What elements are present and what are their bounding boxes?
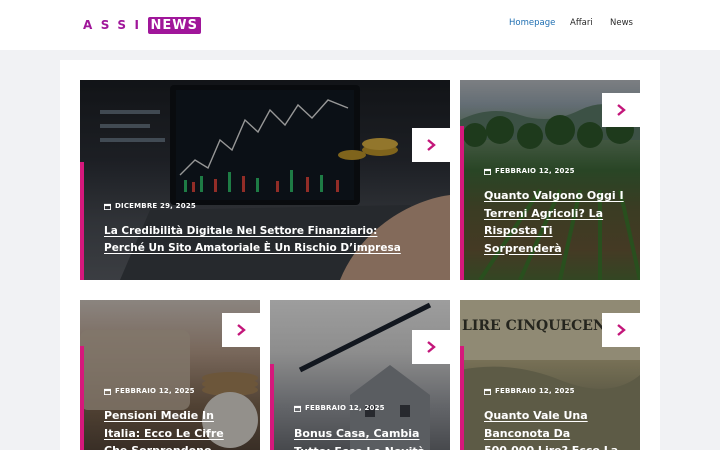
calendar-icon	[104, 203, 111, 210]
article-card-2[interactable]: FEBBRAIO 12, 2025 Quanto Valgono Oggi I …	[460, 80, 640, 280]
chevron-right-icon	[427, 139, 436, 151]
article-date: FEBBRAIO 12, 2025	[104, 387, 195, 395]
article-title[interactable]: Pensioni Medie In Italia: Ecco Le Cifre …	[104, 407, 244, 450]
nav-homepage[interactable]: Homepage	[509, 18, 555, 28]
site-header: ASSI NEWS Homepage Affari News	[0, 0, 720, 50]
accent-bar	[460, 346, 464, 450]
logo-badge: NEWS	[147, 16, 201, 34]
article-title[interactable]: Bonus Casa, Cambia Tutto: Ecco Le Novità	[294, 425, 434, 450]
article-card-3[interactable]: FEBBRAIO 12, 2025 Pensioni Medie In Ital…	[80, 300, 260, 450]
article-date: FEBBRAIO 12, 2025	[484, 387, 575, 395]
chevron-right-icon	[617, 104, 626, 116]
chevron-right-icon	[237, 324, 246, 336]
nav-affari[interactable]: Affari	[570, 18, 593, 28]
article-date-text: DICEMBRE 29, 2025	[115, 202, 196, 210]
article-date-text: FEBBRAIO 12, 2025	[495, 387, 575, 395]
article-title[interactable]: Quanto Vale Una Banconota Da 500.000 Lir…	[484, 407, 624, 450]
read-more-button[interactable]	[602, 93, 640, 127]
article-date: FEBBRAIO 12, 2025	[294, 404, 385, 412]
accent-bar	[270, 364, 274, 450]
article-date: DICEMBRE 29, 2025	[104, 202, 196, 210]
article-card-4[interactable]: FEBBRAIO 12, 2025 Bonus Casa, Cambia Tut…	[270, 300, 450, 450]
calendar-icon	[104, 388, 111, 395]
nav-news[interactable]: News	[610, 18, 633, 28]
accent-bar	[80, 346, 84, 450]
article-card-1[interactable]: DICEMBRE 29, 2025 La Credibilità Digital…	[80, 80, 450, 280]
logo-text: ASSI	[83, 18, 148, 32]
article-card-5[interactable]: LIRE CINQUECENTO FEBBRAIO 12, 2025 Quant…	[460, 300, 640, 450]
article-date-text: FEBBRAIO 12, 2025	[115, 387, 195, 395]
read-more-button[interactable]	[222, 313, 260, 347]
accent-bar	[460, 126, 464, 280]
site-logo[interactable]: ASSI NEWS	[83, 16, 201, 34]
article-date-text: FEBBRAIO 12, 2025	[305, 404, 385, 412]
read-more-button[interactable]	[602, 313, 640, 347]
read-more-button[interactable]	[412, 128, 450, 162]
calendar-icon	[484, 168, 491, 175]
read-more-button[interactable]	[412, 330, 450, 364]
accent-bar	[80, 162, 84, 280]
article-date-text: FEBBRAIO 12, 2025	[495, 167, 575, 175]
chevron-right-icon	[427, 341, 436, 353]
article-title[interactable]: Quanto Valgono Oggi I Terreni Agricoli? …	[484, 187, 624, 257]
calendar-icon	[294, 405, 301, 412]
calendar-icon	[484, 388, 491, 395]
article-title[interactable]: La Credibilità Digitale Nel Settore Fina…	[104, 223, 419, 257]
chevron-right-icon	[617, 324, 626, 336]
article-date: FEBBRAIO 12, 2025	[484, 167, 575, 175]
